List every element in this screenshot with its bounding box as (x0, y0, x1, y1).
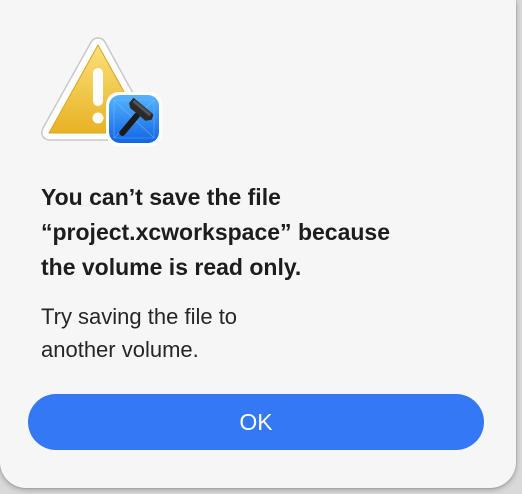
alert-message-line-1: Try saving the file to (41, 304, 238, 329)
xcode-badge-icon (106, 92, 162, 146)
ok-button[interactable]: OK (28, 394, 484, 450)
alert-message-line-2: another volume. (41, 337, 199, 362)
alert-dialog: You can’t save the file “project.xcworks… (0, 0, 516, 488)
caution-icon (40, 36, 164, 148)
alert-title: You can’t save the file “project.xcworks… (41, 180, 491, 285)
alert-title-line-3: the volume is read only. (41, 254, 302, 280)
alert-message: Try saving the file to another volume. (41, 300, 481, 366)
alert-title-line-2: “project.xcworkspace” because (41, 219, 390, 245)
alert-title-line-1: You can’t save the file (41, 184, 281, 210)
warning-triangle-icon (41, 37, 162, 146)
